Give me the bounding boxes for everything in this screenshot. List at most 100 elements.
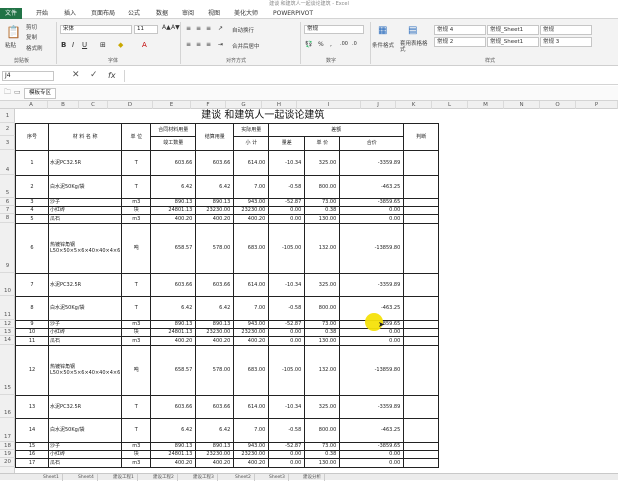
header-subtotal[interactable]: 小 计 [233,135,270,151]
cell[interactable]: T [121,174,152,199]
cut-button[interactable]: 剪切 [26,23,37,31]
cell[interactable]: -3859.65 [339,197,405,207]
cell-judge[interactable] [403,335,440,346]
cancel-icon[interactable]: ✕ [72,70,80,80]
cell[interactable]: 0.00 [339,213,405,224]
header-total[interactable]: 合价 [339,135,405,151]
cell[interactable]: 热镀锌角钢L50×50×5×6×40×40×4×6 [47,222,123,274]
cell[interactable]: -463.25 [339,174,405,199]
cell-judge[interactable] [403,222,440,274]
style-cell-1[interactable]: 常规 4 [434,25,486,35]
formula-input[interactable] [124,70,616,82]
cell[interactable]: 73.00 [304,319,341,329]
border-icon[interactable]: ⊞ [100,41,106,49]
cell[interactable]: 23230.00 [233,205,270,215]
cell[interactable]: -10.34 [268,394,306,419]
cell[interactable]: 943.00 [233,319,270,329]
cell[interactable]: 603.66 [150,149,197,176]
cell[interactable]: 小红砖 [47,449,123,459]
cell[interactable]: 0.38 [304,205,341,215]
cell[interactable]: -10.34 [268,272,306,297]
row-header[interactable]: 18 [0,442,15,450]
indent-icon[interactable]: ⇥ [218,41,223,48]
tab-beautify[interactable]: 美化大师 [230,8,262,19]
cell[interactable]: 614.00 [233,272,270,297]
italic-icon[interactable]: I [72,41,74,49]
cell[interactable]: 23230.00 [195,449,235,459]
col-header[interactable]: M [468,101,504,109]
cell[interactable]: 400.20 [233,335,270,346]
cell[interactable]: -3359.89 [339,394,405,419]
col-header[interactable]: O [540,101,576,109]
cell[interactable]: 0.00 [268,449,306,459]
row-header[interactable]: 15 [0,345,15,395]
cell[interactable]: 0.38 [304,449,341,459]
cell[interactable]: 890.13 [195,441,235,451]
cell[interactable]: T [121,149,152,176]
cell[interactable]: 6.42 [195,295,235,321]
cell[interactable]: 水泥PC32.5R [47,394,123,419]
cell[interactable]: T [121,394,152,419]
cell[interactable] [49,109,122,123]
cell[interactable]: m3 [121,197,152,207]
cell[interactable]: 23230.00 [195,327,235,337]
cell[interactable]: 块 [121,205,152,215]
currency-icon[interactable]: 💱 [305,41,312,48]
row-header[interactable]: 5 [0,175,15,198]
cell[interactable]: -0.58 [268,295,306,321]
cell[interactable]: 17 [15,457,49,468]
row-header[interactable]: 6 [0,198,15,206]
cell[interactable]: 683.00 [233,344,270,396]
font-name-select[interactable]: 宋体 [60,25,132,34]
header-qty-diff[interactable]: 量差 [268,135,306,151]
cell[interactable]: 325.00 [304,394,341,419]
align-right-icon[interactable]: ≡ [206,41,211,48]
row-header[interactable]: 19 [0,450,15,458]
cell[interactable]: 0.00 [339,335,405,346]
cell[interactable]: -3359.89 [339,272,405,297]
cell[interactable]: 瓜石 [47,335,123,346]
cell[interactable]: 9 [15,319,49,329]
cell[interactable]: 325.00 [304,272,341,297]
cell[interactable]: 658.57 [150,222,197,274]
cell[interactable]: 瓜石 [47,213,123,224]
cell[interactable]: -52.87 [268,197,306,207]
cell[interactable]: 0.00 [268,205,306,215]
cell[interactable]: 7.00 [233,295,270,321]
cell[interactable]: -105.00 [268,344,306,396]
align-top-icon[interactable]: ≡ [186,25,191,32]
col-header[interactable]: F [191,101,226,109]
cell[interactable]: 水泥PC32.5R [47,149,123,176]
merge-center-button[interactable]: 合并后居中 [232,42,260,50]
cell[interactable]: 603.66 [195,394,235,419]
cell[interactable]: 578.00 [195,344,235,396]
cell[interactable]: 614.00 [233,394,270,419]
cell[interactable]: 白水泥50Kg/袋 [47,295,123,321]
cell-judge[interactable] [403,205,440,215]
header-contract[interactable]: 合同材料用量 [150,122,197,137]
cell[interactable]: 6 [15,222,49,274]
tab-powerpivot[interactable]: POWERPIVOT [270,8,316,19]
row-header[interactable]: 13 [0,328,15,336]
cell[interactable]: 658.57 [150,344,197,396]
header-price[interactable]: 单 价 [304,135,341,151]
tab-data[interactable]: 数据 [152,8,172,19]
confirm-icon[interactable]: ✓ [90,70,98,80]
conditional-format-icon[interactable]: ▦ [378,25,387,36]
cell[interactable]: 614.00 [233,149,270,176]
row-header[interactable]: 11 [0,296,15,320]
header-material[interactable]: 材 料 名 称 [47,122,123,151]
tab-home[interactable]: 开始 [32,8,52,19]
cell[interactable]: m3 [121,457,152,468]
cell[interactable]: 0.38 [304,327,341,337]
cell[interactable]: -105.00 [268,222,306,274]
cell[interactable]: 603.66 [150,394,197,419]
cell[interactable]: 890.13 [195,319,235,329]
style-cell-2[interactable]: 常规_Sheet1 [487,25,539,35]
cell[interactable]: 130.00 [304,213,341,224]
cell[interactable]: 400.20 [195,335,235,346]
cell[interactable]: -13859.80 [339,344,405,396]
orientation-icon[interactable]: ↗ [218,25,223,32]
cell[interactable]: 400.20 [195,213,235,224]
cell[interactable]: 400.20 [233,457,270,468]
